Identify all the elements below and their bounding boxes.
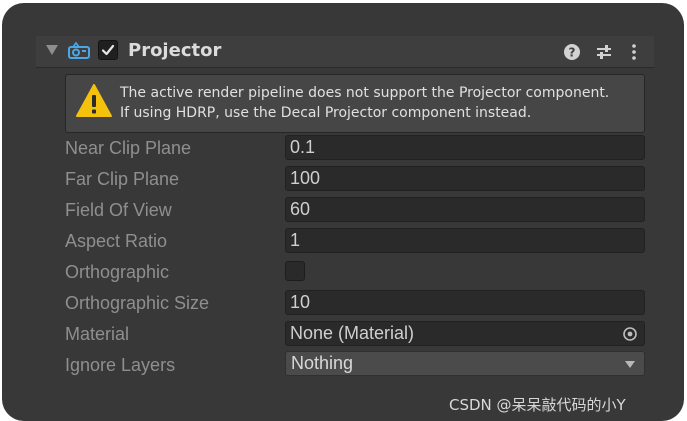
orthographic-size-field[interactable]: 10 <box>285 290 645 315</box>
svg-text:?: ? <box>569 46 576 60</box>
aspect-ratio-field[interactable]: 1 <box>285 228 645 253</box>
far-clip-plane-field[interactable]: 100 <box>285 166 645 191</box>
warning-icon <box>76 84 112 117</box>
checkmark-icon <box>101 44 115 56</box>
far-clip-plane-label: Far Clip Plane <box>65 169 180 189</box>
ignore-layers-label: Ignore Layers <box>65 355 176 375</box>
component-header[interactable]: Projector ? <box>36 36 654 68</box>
near-clip-plane-field[interactable]: 0.1 <box>285 135 645 160</box>
material-value: None (Material) <box>290 323 415 343</box>
foldout-arrow-icon[interactable] <box>46 45 58 55</box>
dropdown-arrow-icon <box>625 361 635 368</box>
ignore-layers-dropdown[interactable]: Nothing <box>285 351 645 376</box>
warning-line-2: If using HDRP, use the Decal Projector c… <box>120 105 532 121</box>
more-menu-icon[interactable] <box>624 42 644 62</box>
watermark: CSDN @呆呆敲代码的小Y <box>449 396 626 414</box>
orthographic-size-label: Orthographic Size <box>65 293 210 313</box>
aspect-ratio-label: Aspect Ratio <box>65 231 168 251</box>
object-picker-icon[interactable] <box>622 326 638 342</box>
field-of-view-field[interactable]: 60 <box>285 197 645 222</box>
presets-icon[interactable] <box>594 42 614 62</box>
material-object-field[interactable]: None (Material) <box>285 321 645 346</box>
component-enabled-checkbox[interactable] <box>98 40 118 60</box>
projector-icon <box>68 41 90 59</box>
near-clip-plane-label: Near Clip Plane <box>65 138 192 158</box>
ignore-layers-value: Nothing <box>291 353 354 373</box>
help-icon[interactable]: ? <box>562 42 582 62</box>
inspector-panel: Projector ? The active render pipeline d… <box>2 3 684 421</box>
orthographic-checkbox[interactable] <box>285 261 305 281</box>
warning-line-1: The active render pipeline does not supp… <box>120 85 610 101</box>
field-of-view-label: Field Of View <box>65 200 172 220</box>
pipeline-warning-box: The active render pipeline does not supp… <box>65 74 645 133</box>
material-label: Material <box>65 324 130 344</box>
orthographic-label: Orthographic <box>65 262 170 282</box>
component-title: Projector <box>128 40 222 61</box>
warning-message: The active render pipeline does not supp… <box>120 83 644 123</box>
